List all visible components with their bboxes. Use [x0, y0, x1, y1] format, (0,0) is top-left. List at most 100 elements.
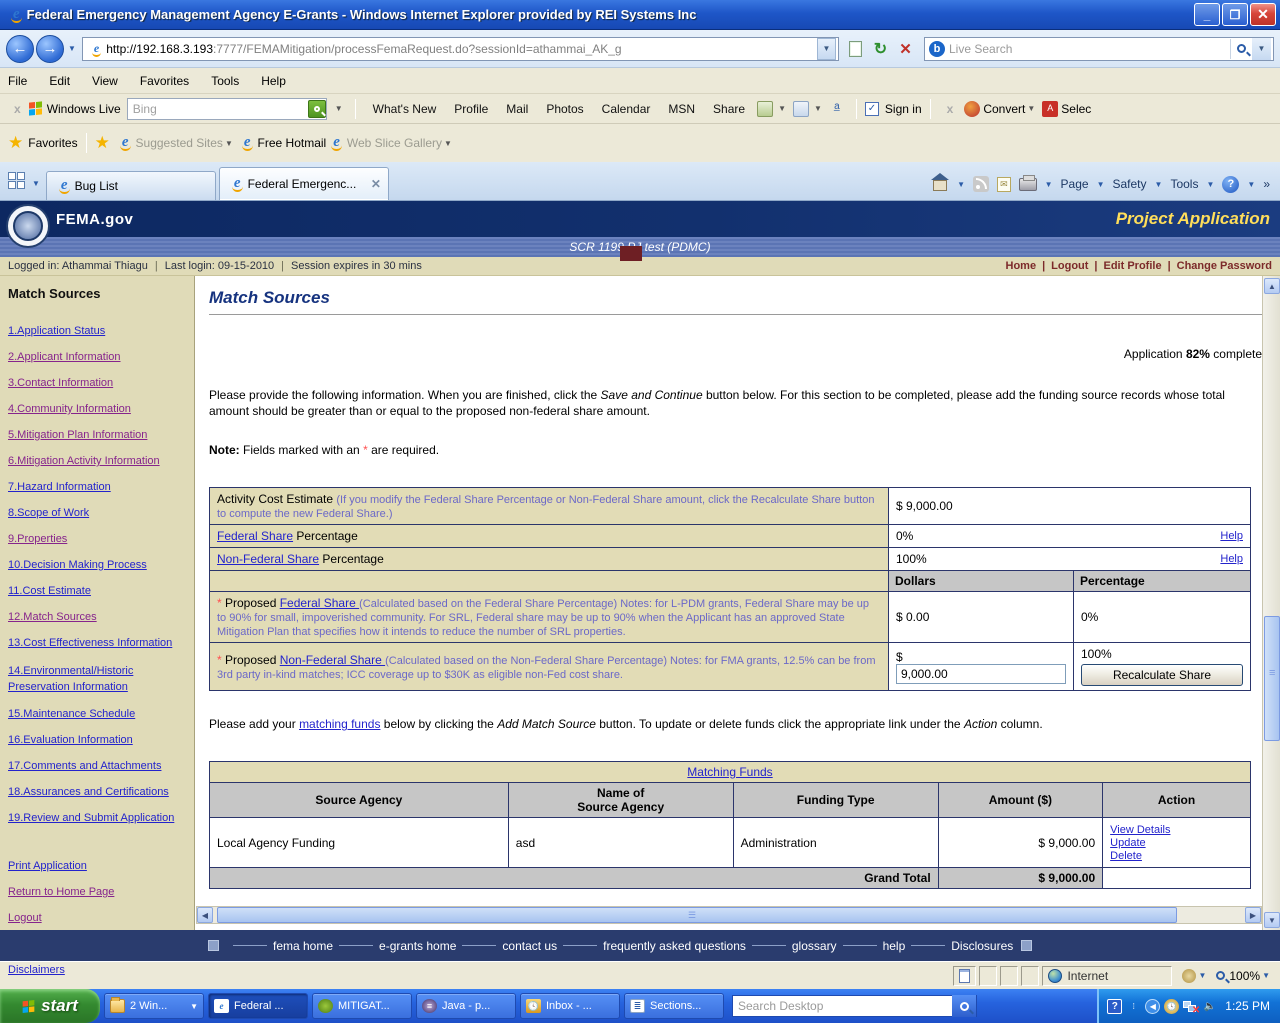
vertical-scrollbar[interactable]: ▲ ▼: [1262, 276, 1280, 930]
taskbar-java-window[interactable]: ≡Java - p...: [416, 993, 516, 1019]
read-mail-icon[interactable]: ✉: [997, 177, 1011, 192]
start-button[interactable]: start: [0, 989, 100, 1023]
desktop-search-button[interactable]: [952, 995, 976, 1017]
edit-profile-link[interactable]: Edit Profile: [1104, 260, 1162, 272]
tray-item-icon[interactable]: ⁞: [1126, 999, 1141, 1014]
zoom-icon[interactable]: [1216, 971, 1225, 980]
convert-dropdown-icon[interactable]: ▼: [1027, 104, 1035, 113]
toolbar-close-icon[interactable]: x: [14, 102, 21, 116]
footer-fema-home-link[interactable]: fema home: [273, 939, 333, 953]
quick-tabs-icon[interactable]: [8, 172, 28, 192]
sidebar-item-environmental-historic[interactable]: 14.Environmental/Historic Preservation I…: [8, 663, 186, 695]
sidebar-item-decision-making-process[interactable]: 10.Decision Making Process: [8, 559, 147, 572]
tools-menu-button[interactable]: Tools: [1170, 177, 1198, 191]
safety-menu-button[interactable]: Safety: [1113, 177, 1147, 191]
print-icon[interactable]: [1019, 178, 1037, 191]
live-link-calendar[interactable]: Calendar: [602, 102, 651, 116]
footer-help-link[interactable]: help: [883, 939, 906, 953]
sidebar-logout-link[interactable]: Logout: [8, 912, 42, 925]
menu-view[interactable]: View: [92, 74, 118, 88]
scroll-right-icon[interactable]: ▶: [1245, 907, 1261, 923]
sidebar-item-community-information[interactable]: 4.Community Information: [8, 403, 131, 416]
menu-help[interactable]: Help: [261, 74, 286, 88]
taskbar-window-group[interactable]: 2 Win...▼: [104, 993, 204, 1019]
map-icon[interactable]: [757, 101, 773, 117]
menu-favorites[interactable]: Favorites: [140, 74, 189, 88]
footer-disclosures-link[interactable]: Disclosures: [951, 939, 1013, 953]
tab-close-icon[interactable]: ✕: [371, 177, 381, 191]
toolbar-close-icon[interactable]: x: [947, 102, 954, 116]
tab-bug-list[interactable]: e Bug List: [46, 171, 216, 200]
desktop-search-input[interactable]: Search Desktop: [732, 995, 977, 1017]
add-favorite-icon[interactable]: ★: [95, 133, 110, 153]
filter-dropdown-icon[interactable]: ▼: [1198, 971, 1206, 980]
home-dropdown-icon[interactable]: ▼: [957, 180, 965, 189]
phishing-filter-icon[interactable]: [1182, 969, 1196, 983]
horizontal-scroll-thumb[interactable]: [217, 907, 1177, 923]
proposed-federal-share-link[interactable]: Federal Share: [280, 596, 359, 610]
network-disconnected-icon[interactable]: ✕: [1183, 999, 1198, 1014]
safety-dropdown-icon[interactable]: ▼: [1155, 180, 1163, 189]
page-menu-button[interactable]: Page: [1061, 177, 1089, 191]
convert-button[interactable]: Convert: [983, 102, 1025, 116]
scroll-down-icon[interactable]: ▼: [1264, 912, 1280, 928]
search-options-button[interactable]: ▼: [1252, 38, 1271, 60]
close-button[interactable]: ✕: [1250, 3, 1276, 26]
sidebar-item-assurances-and-certifications[interactable]: 18.Assurances and Certifications: [8, 786, 169, 799]
scroll-up-icon[interactable]: ▲: [1264, 278, 1280, 294]
bing-go-button[interactable]: [308, 100, 326, 118]
sidebar-disclaimers-link[interactable]: Disclaimers: [8, 964, 65, 977]
live-link-whats-new[interactable]: What's New: [373, 102, 437, 116]
zoom-level[interactable]: 100%: [1229, 969, 1260, 983]
sidebar-item-scope-of-work[interactable]: 8.Scope of Work: [8, 507, 89, 520]
matching-funds-link[interactable]: matching funds: [299, 717, 380, 731]
sidebar-item-properties[interactable]: 9.Properties: [8, 533, 67, 546]
dropdown-icon[interactable]: ▼: [778, 104, 786, 113]
sidebar-item-applicant-information[interactable]: 2.Applicant Information: [8, 351, 121, 364]
taskbar-clock[interactable]: 1:25 PM: [1225, 999, 1270, 1013]
sidebar-item-match-sources[interactable]: 12.Match Sources: [8, 611, 97, 624]
menu-edit[interactable]: Edit: [49, 74, 70, 88]
sidebar-item-mitigation-plan-information[interactable]: 5.Mitigation Plan Information: [8, 429, 147, 442]
footer-egrants-home-link[interactable]: e-grants home: [379, 939, 456, 953]
taskbar-mitigation-window[interactable]: MITIGAT...: [312, 993, 412, 1019]
sidebar-item-evaluation-information[interactable]: 16.Evaluation Information: [8, 734, 133, 747]
page-dropdown-icon[interactable]: ▼: [1097, 180, 1105, 189]
live-link-photos[interactable]: Photos: [546, 102, 583, 116]
sidebar-item-cost-estimate[interactable]: 11.Cost Estimate: [8, 585, 91, 598]
sign-in-button[interactable]: Sign in: [885, 102, 922, 116]
toolbar-overflow-icon[interactable]: »: [1263, 177, 1270, 191]
horizontal-scrollbar[interactable]: ◀ ▶: [196, 906, 1262, 924]
scroll-left-icon[interactable]: ◀: [197, 907, 213, 923]
select-button[interactable]: Selec: [1061, 102, 1091, 116]
news-icon[interactable]: [793, 101, 809, 117]
taskbar-inbox-window[interactable]: 🕓Inbox - ...: [520, 993, 620, 1019]
volume-icon[interactable]: 🔈: [1202, 999, 1217, 1014]
live-link-msn[interactable]: MSN: [668, 102, 695, 116]
tools-dropdown-icon[interactable]: ▼: [1206, 180, 1214, 189]
bing-search-input[interactable]: Bing: [127, 98, 327, 120]
favorites-button[interactable]: Favorites: [28, 136, 77, 150]
tab-list-dropdown-icon[interactable]: ▼: [32, 179, 40, 188]
sidebar-return-home-link[interactable]: Return to Home Page: [8, 886, 114, 899]
forward-button[interactable]: →: [36, 35, 64, 63]
federal-share-link[interactable]: Federal Share: [217, 529, 293, 543]
update-link[interactable]: Update: [1110, 837, 1145, 849]
sidebar-item-cost-effectiveness-information[interactable]: 13.Cost Effectiveness Information: [8, 637, 172, 650]
change-password-link[interactable]: Change Password: [1177, 260, 1272, 272]
home-link[interactable]: Home: [1006, 260, 1037, 272]
fema-logo-text[interactable]: FEMA.gov: [56, 211, 133, 228]
taskbar-sections-window[interactable]: ≣Sections...: [624, 993, 724, 1019]
sidebar-print-application-link[interactable]: Print Application: [8, 860, 87, 873]
refresh-button[interactable]: ↻: [868, 36, 893, 61]
taskbar-ie-window[interactable]: eFederal ...: [208, 993, 308, 1019]
web-slice-dropdown-icon[interactable]: ▼: [444, 139, 452, 148]
clock-tray-icon[interactable]: 🕓: [1164, 999, 1179, 1014]
restore-button[interactable]: ❐: [1222, 3, 1248, 26]
minimize-button[interactable]: _: [1194, 3, 1220, 26]
live-link-share[interactable]: Share: [713, 102, 745, 116]
non-federal-share-link[interactable]: Non-Federal Share: [217, 552, 319, 566]
live-link-mail[interactable]: Mail: [506, 102, 528, 116]
print-dropdown-icon[interactable]: ▼: [1045, 180, 1053, 189]
hide-icons-chevron-icon[interactable]: ◀: [1145, 999, 1160, 1014]
